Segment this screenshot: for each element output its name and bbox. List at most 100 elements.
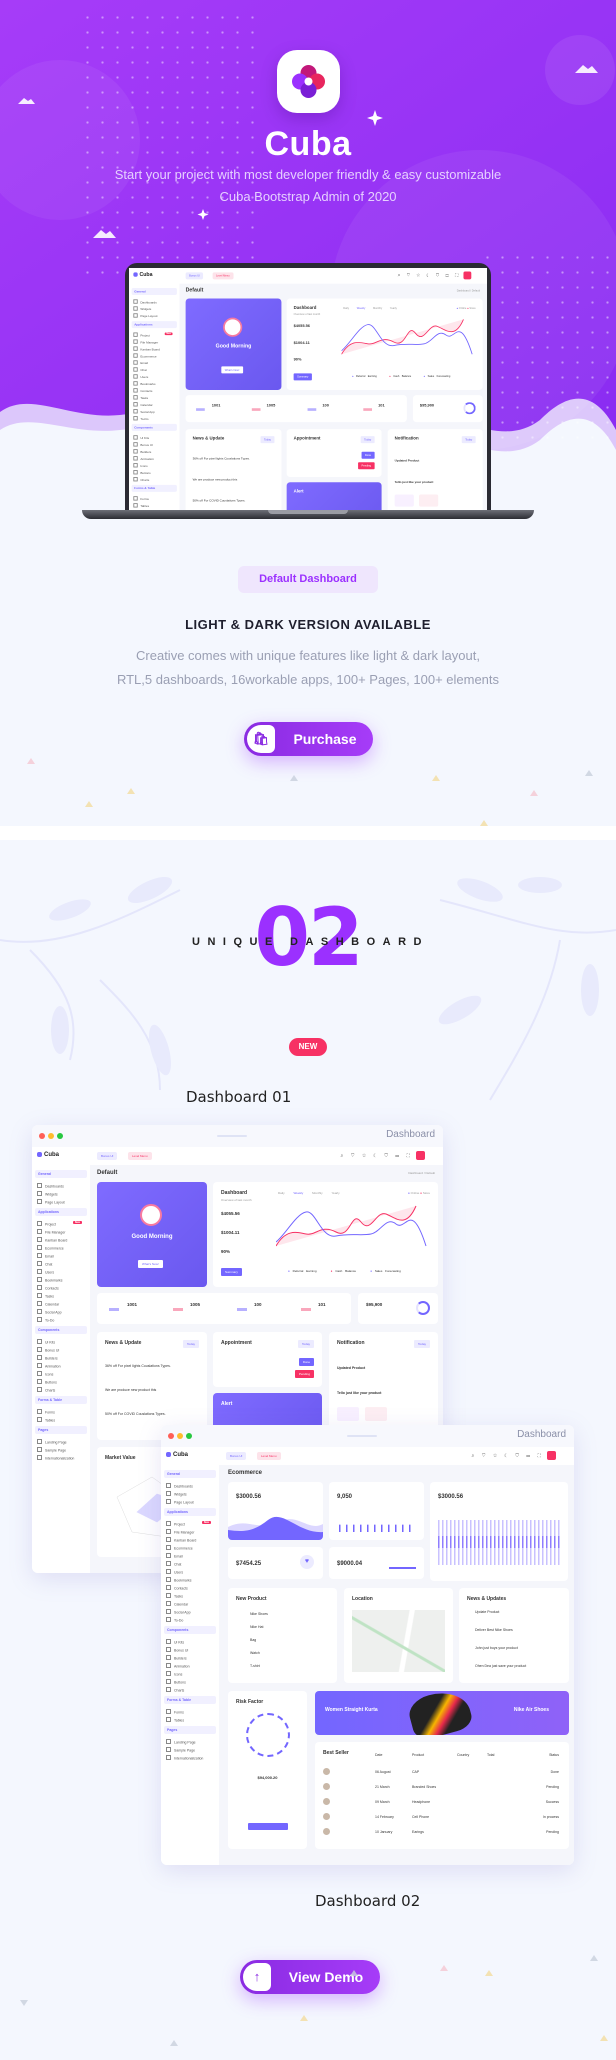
sidebar-item-ecommerce[interactable]: Ecommerce: [129, 352, 180, 359]
sidebar-item-calendar[interactable]: Calendar: [32, 1299, 90, 1307]
sidebar-item-animation[interactable]: Animation: [129, 454, 180, 461]
sidebar-item-builders[interactable]: Builders: [32, 1353, 90, 1361]
sidebar-item-sample-page[interactable]: Sample Page: [161, 1745, 219, 1753]
sidebar-item-animation[interactable]: Animation: [161, 1661, 219, 1669]
pending-button[interactable]: Pending: [294, 1370, 314, 1378]
product-item[interactable]: Watch: [250, 1651, 260, 1655]
sidebar-item-forms[interactable]: Forms: [161, 1707, 219, 1715]
avatar[interactable]: [547, 1451, 556, 1460]
sidebar-item-email[interactable]: Email: [129, 359, 180, 366]
sidebar-item-to-do[interactable]: To-Do: [129, 414, 180, 421]
news-item[interactable]: We are produce new product this: [105, 1388, 156, 1392]
sidebar-item-chat[interactable]: Chat: [32, 1259, 90, 1267]
sidebar-item-to-do[interactable]: To-Do: [161, 1615, 219, 1623]
product-item[interactable]: Nike Shoes: [250, 1612, 268, 1616]
news-item[interactable]: 36% off For pixel lights Couslations Typ…: [193, 457, 250, 460]
sidebar-item-builders[interactable]: Builders: [161, 1653, 219, 1661]
sidebar-item-contacts[interactable]: Contacts: [32, 1283, 90, 1291]
sidebar-item-bonus-ui[interactable]: Bonus UI: [161, 1645, 219, 1653]
today-filter[interactable]: Today: [360, 436, 375, 444]
news-item[interactable]: We are produce new product this: [193, 478, 238, 481]
breadcrumb[interactable]: Dashboard / Default: [408, 1171, 435, 1175]
news-item[interactable]: John just buys your product: [475, 1646, 518, 1650]
sidebar-item-forms[interactable]: Forms: [129, 494, 180, 501]
bonus-ui-chip[interactable]: Bonus UI: [97, 1152, 118, 1160]
sidebar-item-social-app[interactable]: Social App: [161, 1607, 219, 1615]
header-icons[interactable]: ⌕ ♡ ☆ ☾ ⛉ ▭ ⛶: [472, 1453, 544, 1459]
today-filter[interactable]: Today: [413, 1340, 430, 1348]
sidebar-item-icons[interactable]: Icons: [32, 1369, 90, 1377]
sidebar-item-kanban-board[interactable]: Kanban Board: [32, 1235, 90, 1243]
sidebar-item-contacts[interactable]: Contacts: [161, 1583, 219, 1591]
promo-banner[interactable]: Women Straight Kurta Nike Air Shoes: [315, 1691, 569, 1735]
sidebar-item-project[interactable]: Project New: [129, 331, 180, 338]
product-item[interactable]: Nike Hat: [250, 1625, 263, 1629]
level-menu-chip[interactable]: Level Menu: [128, 1152, 152, 1160]
sidebar-item-ui-kits[interactable]: Ui Kits: [32, 1337, 90, 1345]
sidebar-item-page-layout[interactable]: Page Layout: [161, 1497, 219, 1505]
sidebar-item-social-app[interactable]: Social App: [129, 407, 180, 414]
sidebar-item-kanban-board[interactable]: Kanban Board: [161, 1535, 219, 1543]
sidebar-item-ecommerce[interactable]: Ecommerce: [161, 1543, 219, 1551]
sidebar-item-widgets[interactable]: Widgets: [161, 1489, 219, 1497]
done-button[interactable]: Done: [361, 451, 375, 459]
bonus-ui-chip[interactable]: Bonus UI: [226, 1452, 247, 1460]
sidebar-item-tables[interactable]: Tables: [32, 1415, 90, 1423]
bonus-ui-chip[interactable]: Bonus UI: [185, 272, 204, 280]
sidebar-item-project[interactable]: Project New: [161, 1519, 219, 1527]
sidebar-item-bonus-ui[interactable]: Bonus UI: [32, 1345, 90, 1353]
sidebar-item-email[interactable]: Email: [32, 1251, 90, 1259]
sidebar-item-forms[interactable]: Forms: [32, 1407, 90, 1415]
sidebar-item-tasks[interactable]: Tasks: [129, 393, 180, 400]
whats-new-button[interactable]: What's New!: [221, 366, 243, 374]
sidebar-item-buttons[interactable]: Buttons: [129, 468, 180, 475]
sidebar-item-page-layout[interactable]: Page Layout: [129, 312, 180, 319]
product-item[interactable]: Bag: [250, 1638, 256, 1642]
sidebar-item-tables[interactable]: Tables: [161, 1715, 219, 1723]
news-item[interactable]: Deliver Best Nike Shoes: [475, 1628, 513, 1632]
sidebar-item-tasks[interactable]: Tasks: [161, 1591, 219, 1599]
header-icons[interactable]: ⌕ ♡ ☆ ☾ ⛉ ▭ ⛶: [341, 1153, 413, 1159]
sidebar-item-dashboards[interactable]: Dashboards: [32, 1181, 90, 1189]
news-item[interactable]: 36% off For pixel lights Couslations Typ…: [105, 1364, 171, 1368]
sidebar-item-bookmarks[interactable]: Bookmarks: [32, 1275, 90, 1283]
sidebar-item-project[interactable]: Project New: [32, 1219, 90, 1227]
sidebar-item-ui-kits[interactable]: Ui Kits: [161, 1637, 219, 1645]
sidebar-item-bonus-ui[interactable]: Bonus UI: [129, 440, 180, 447]
sidebar-item-icons[interactable]: Icons: [161, 1669, 219, 1677]
sidebar-item-social-app[interactable]: Social App: [32, 1307, 90, 1315]
level-menu-chip[interactable]: Level Menu: [212, 272, 234, 280]
today-filter[interactable]: Today: [182, 1340, 199, 1348]
sidebar-item-landing-page[interactable]: Landing Page: [161, 1737, 219, 1745]
sidebar-item-dashboards[interactable]: Dashboards: [161, 1481, 219, 1489]
sidebar-item-contacts[interactable]: Contacts: [129, 386, 180, 393]
news-item[interactable]: 50% off For COVID Couslations Types.: [193, 499, 246, 502]
notification-item[interactable]: Tello just like your product: [337, 1391, 381, 1395]
view-demo-button[interactable]: ↑ View Demo: [240, 1960, 380, 1994]
sidebar-item-users[interactable]: Users: [129, 373, 180, 380]
avatar[interactable]: [463, 271, 472, 280]
sidebar-item-users[interactable]: Users: [32, 1267, 90, 1275]
news-item[interactable]: Ohen Dea just save your product: [475, 1664, 526, 1668]
sidebar-item-page-layout[interactable]: Page Layout: [32, 1197, 90, 1205]
sidebar-item-calendar[interactable]: Calendar: [129, 400, 180, 407]
sidebar-item-file-manager[interactable]: File Manager: [129, 338, 180, 345]
breadcrumb[interactable]: Dashboard / Default: [457, 289, 480, 292]
sidebar-item-users[interactable]: Users: [161, 1567, 219, 1575]
sidebar-item-file-manager[interactable]: File Manager: [161, 1527, 219, 1535]
summary-button[interactable]: Summary: [293, 373, 312, 381]
news-item[interactable]: 50% off For COVID Couslations Types.: [105, 1412, 166, 1416]
avatar[interactable]: [416, 1151, 425, 1160]
purchase-button[interactable]: 🛍 Purchase: [244, 722, 373, 756]
sidebar-item-bookmarks[interactable]: Bookmarks: [129, 379, 180, 386]
sidebar-item-buttons[interactable]: Buttons: [32, 1377, 90, 1385]
sidebar-item-widgets[interactable]: Widgets: [129, 305, 180, 312]
sidebar-item-internationalization[interactable]: Internationalization: [32, 1453, 90, 1461]
today-filter[interactable]: Today: [297, 1340, 314, 1348]
sidebar-item-icons[interactable]: Icons: [129, 461, 180, 468]
sidebar-item-tables[interactable]: Tables: [129, 501, 180, 508]
map[interactable]: [352, 1610, 445, 1672]
sidebar-item-chat[interactable]: Chat: [129, 366, 180, 373]
today-filter[interactable]: Today: [461, 436, 476, 444]
sidebar-item-internationalization[interactable]: Internationalization: [161, 1753, 219, 1761]
